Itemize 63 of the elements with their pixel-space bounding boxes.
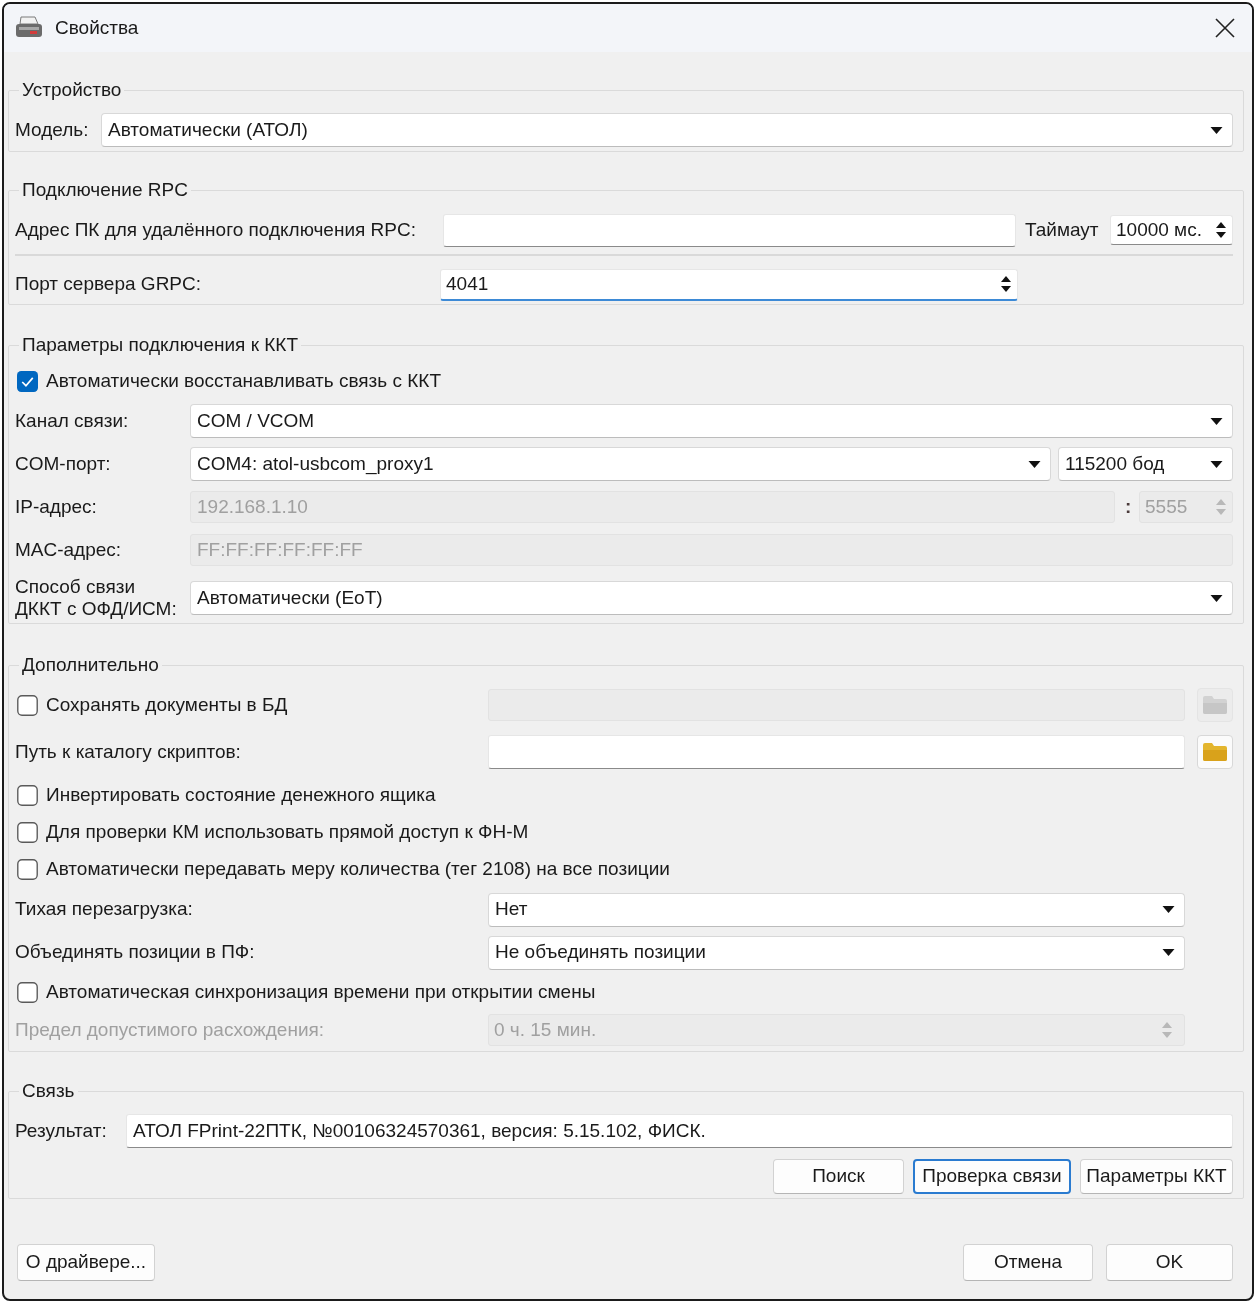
close-icon[interactable]	[1215, 18, 1235, 38]
push-button[interactable]: Параметры ККТ	[1080, 1159, 1233, 1194]
push-button[interactable]: Отмена	[963, 1244, 1093, 1281]
text-field[interactable]: АТОЛ FPrint-22ПТК, №00106324570361, версия: 5.15.102, ФИСК.	[126, 1114, 1233, 1148]
field-label: Сохранять документы в БД	[46, 692, 288, 717]
field-label: Инвертировать состояние денежного ящика	[46, 783, 436, 808]
field-label: Способ связи ДККТ с ОФД/ИСМ:	[15, 576, 178, 620]
spin-field[interactable]: 10000 мс.	[1110, 215, 1233, 245]
text-field[interactable]	[488, 735, 1185, 769]
field-label: Тихая перезагрузка:	[15, 897, 194, 922]
field-label: Автоматическая синхронизация времени при открытии смены	[46, 980, 596, 1005]
spin-arrows-icon[interactable]	[1216, 220, 1226, 240]
push-button[interactable]: OK	[1106, 1244, 1233, 1281]
field-label: Результат:	[15, 1118, 108, 1143]
field-label: IP-адрес:	[15, 494, 98, 519]
field-label: Автоматически восстанавливать связь с ККТ	[46, 368, 441, 393]
dropdown[interactable]: COM4: atol-usbcom_proxy1	[190, 447, 1051, 481]
group-title: Дополнительно	[21, 654, 160, 676]
dropdown[interactable]: Нет	[488, 892, 1185, 927]
spin-arrows-icon[interactable]	[1001, 274, 1011, 294]
group-title: Подключение RPC	[21, 179, 189, 201]
dropdown[interactable]: Автоматически (АТОЛ)	[101, 113, 1233, 147]
group-title: Параметры подключения к ККТ	[21, 334, 299, 356]
spin-field[interactable]: 4041	[440, 268, 1018, 301]
push-button[interactable]: Поиск	[773, 1159, 904, 1194]
window-title: Свойства	[55, 15, 139, 40]
field-label: Порт сервера GRPC:	[15, 272, 203, 297]
field-label: Адрес ПК для удалённого подключения RPC:	[15, 217, 417, 242]
field-label: Путь к каталогу скриптов:	[15, 739, 242, 764]
dropdown[interactable]: Автоматически (EoT)	[190, 581, 1233, 615]
dropdown-arrow-icon	[1210, 594, 1223, 602]
field-label: Предел допустимого расхождения:	[15, 1017, 326, 1042]
text-field[interactable]	[443, 213, 1016, 247]
checkbox[interactable]	[17, 370, 38, 392]
checkbox[interactable]	[17, 822, 38, 843]
field-label: Канал связи:	[15, 410, 130, 432]
push-button[interactable]: Проверка связи	[913, 1159, 1071, 1194]
printer-icon	[15, 16, 43, 40]
group-title: Устройство	[21, 79, 123, 101]
folder-icon	[1203, 743, 1227, 761]
dropdown[interactable]: COM / VCOM	[190, 404, 1233, 438]
field-label: Для проверки КМ использовать прямой доступ к ФН-М	[46, 820, 529, 845]
field-label: Модель:	[15, 117, 90, 142]
checkbox[interactable]	[17, 982, 38, 1003]
dropdown-arrow-icon	[1210, 126, 1223, 134]
push-button[interactable]: О драйвере...	[17, 1244, 155, 1281]
group-title: Связь	[21, 1080, 76, 1102]
dropdown[interactable]: 115200 бод	[1058, 447, 1233, 481]
field-label: COM-порт:	[15, 451, 112, 476]
checkbox[interactable]	[17, 859, 38, 880]
dropdown-arrow-icon	[1162, 906, 1175, 913]
field-label: Таймаут	[1025, 217, 1099, 242]
dropdown-arrow-icon	[1210, 460, 1223, 468]
field-label: Объединять позиции в ПФ:	[15, 940, 256, 965]
port-separator: :	[1125, 494, 1132, 519]
dropdown-arrow-icon	[1028, 460, 1041, 468]
field-label: Автоматически передавать меру количества (тег 2108) на все позиции	[46, 857, 670, 882]
field-label: MAC-адрес:	[15, 537, 123, 562]
folder-icon	[1203, 696, 1227, 714]
dropdown-arrow-icon	[1162, 949, 1175, 956]
dropdown[interactable]: Не объединять позиции	[488, 935, 1185, 970]
dropdown-arrow-icon	[1210, 417, 1223, 425]
checkbox[interactable]	[17, 785, 38, 806]
